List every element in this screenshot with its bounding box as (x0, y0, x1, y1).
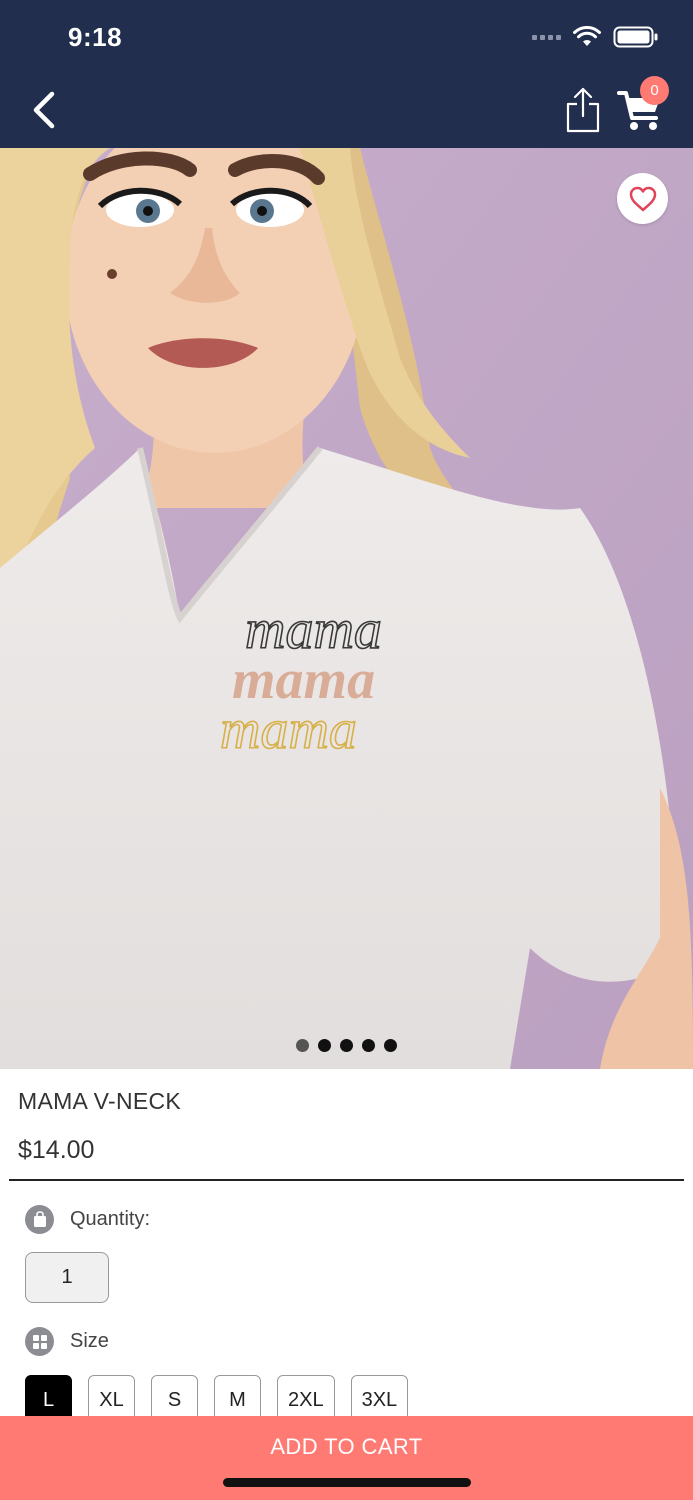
cart-count-badge: 0 (640, 76, 669, 105)
size-label: Size (70, 1330, 109, 1352)
favorite-button[interactable] (617, 173, 668, 224)
carousel-dot[interactable] (318, 1039, 331, 1052)
bag-icon (25, 1205, 54, 1234)
back-chevron-icon (33, 91, 55, 129)
carousel-dot[interactable] (362, 1039, 375, 1052)
product-image[interactable]: mama mama mama (0, 148, 693, 1069)
product-photo: mama mama mama (0, 148, 693, 1069)
product-title: MAMA V-NECK (18, 1088, 182, 1114)
back-button[interactable] (26, 88, 66, 132)
grid-icon (25, 1327, 54, 1356)
quantity-input[interactable]: 1 (25, 1252, 109, 1303)
carousel-dot[interactable] (340, 1039, 353, 1052)
shirt-print-line-3: mama (220, 699, 357, 761)
battery-icon (613, 26, 658, 48)
home-indicator[interactable] (223, 1478, 471, 1487)
status-indicators (532, 26, 659, 48)
carousel-dots[interactable] (296, 1039, 397, 1052)
quantity-label: Quantity: (70, 1208, 151, 1230)
share-button[interactable] (562, 86, 604, 134)
carousel-dot[interactable] (296, 1039, 309, 1052)
wifi-icon (573, 26, 601, 46)
product-price: $14.00 (18, 1136, 95, 1164)
status-time: 9:18 (68, 22, 123, 52)
signal-icon (532, 34, 561, 40)
heart-icon (629, 186, 656, 211)
share-icon (566, 87, 600, 133)
divider (9, 1179, 684, 1181)
carousel-dot[interactable] (384, 1039, 397, 1052)
add-to-cart-label: ADD TO CART (270, 1434, 423, 1459)
add-to-cart-button[interactable]: ADD TO CART (0, 1416, 693, 1500)
